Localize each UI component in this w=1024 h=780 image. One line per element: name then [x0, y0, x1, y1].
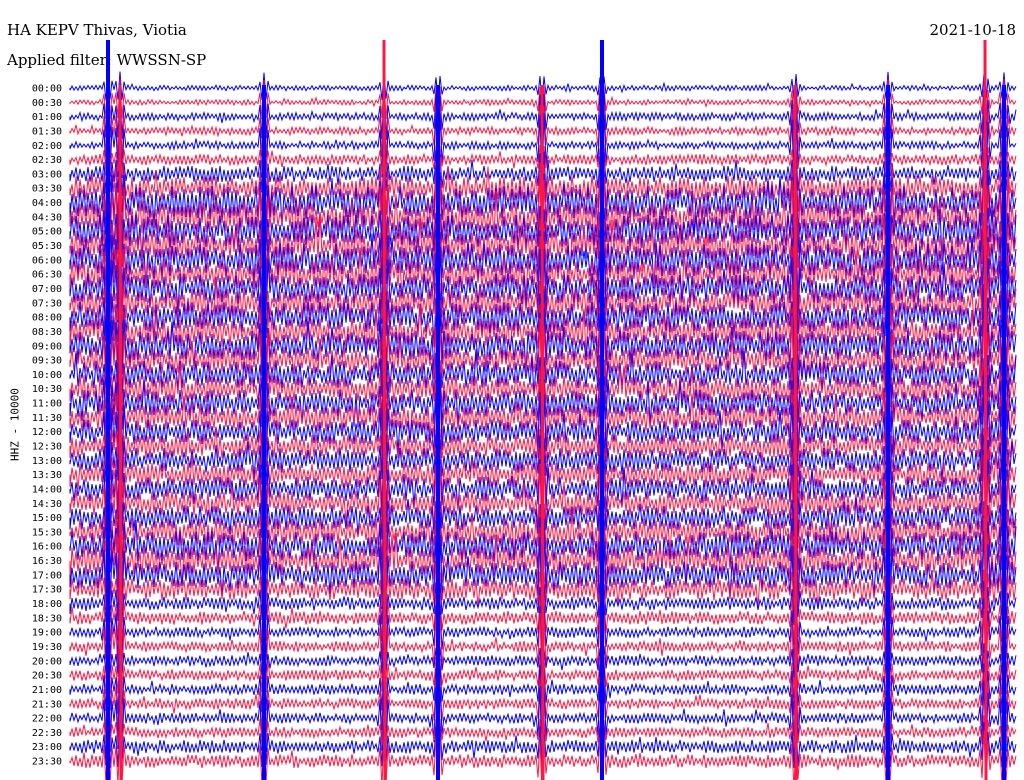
row-time-label: 08:00	[32, 313, 62, 324]
row-time-label: 19:30	[32, 642, 62, 653]
row-time-label: 11:00	[32, 399, 62, 410]
row-time-label: 14:00	[32, 484, 62, 495]
seismogram-plot: 00:00 00:30 01:00 01:30 02:00 02:30 03:00 03:30…	[32, 39, 1017, 780]
row-time-label: 18:00	[32, 599, 62, 610]
row-time-label: 10:30	[32, 384, 62, 395]
row-time-label: 17:00	[32, 570, 62, 581]
row-time-label: 20:00	[32, 656, 62, 667]
row-time-label: 02:00	[32, 141, 62, 152]
row-time-label: 10:00	[32, 370, 62, 381]
row-time-label: 01:30	[32, 126, 62, 137]
row-time-label: 23:00	[32, 742, 62, 753]
row-time-label: 22:00	[32, 714, 62, 725]
row-time-label: 21:00	[32, 685, 62, 696]
row-time-label: 12:00	[32, 427, 62, 438]
row-time-label: 09:00	[32, 341, 62, 352]
row-time-label: 23:30	[32, 757, 62, 768]
row-time-label: 00:00	[32, 84, 62, 95]
row-time-label: 08:30	[32, 327, 62, 338]
row-time-label: 15:00	[32, 513, 62, 524]
row-time-label: 22:30	[32, 728, 62, 739]
row-time-label: 18:30	[32, 613, 62, 624]
row-time-label: 03:00	[32, 169, 62, 180]
row-time-label: 12:30	[32, 442, 62, 453]
row-time-label: 19:00	[32, 628, 62, 639]
row-time-label: 13:30	[32, 470, 62, 481]
row-time-label: 03:30	[32, 184, 62, 195]
row-time-label: 02:30	[32, 155, 62, 166]
row-time-label: 07:30	[32, 298, 62, 309]
event-spike	[118, 84, 123, 780]
event-spike	[540, 84, 545, 780]
row-time-label: 16:30	[32, 556, 62, 567]
event-spike	[793, 84, 798, 780]
row-time-label: 05:30	[32, 241, 62, 252]
event-spike	[382, 39, 387, 780]
row-time-label: 05:00	[32, 227, 62, 238]
row-time-label: 04:30	[32, 212, 62, 223]
row-time-label: 07:00	[32, 284, 62, 295]
row-time-label: 20:30	[32, 671, 62, 682]
event-spike	[983, 39, 988, 780]
row-time-label: 06:30	[32, 270, 62, 281]
row-time-label: 00:30	[32, 98, 62, 109]
row-time-label: 16:00	[32, 542, 62, 553]
row-time-label: 13:00	[32, 456, 62, 467]
row-time-label: 04:00	[32, 198, 62, 209]
row-time-label: 06:00	[32, 255, 62, 266]
row-time-label: 01:00	[32, 112, 62, 123]
row-time-label: 21:30	[32, 699, 62, 710]
row-time-label: 14:30	[32, 499, 62, 510]
row-time-label: 15:30	[32, 527, 62, 538]
row-time-label: 17:30	[32, 585, 62, 596]
row-time-label: 09:30	[32, 356, 62, 367]
row-time-label: 11:30	[32, 413, 62, 424]
